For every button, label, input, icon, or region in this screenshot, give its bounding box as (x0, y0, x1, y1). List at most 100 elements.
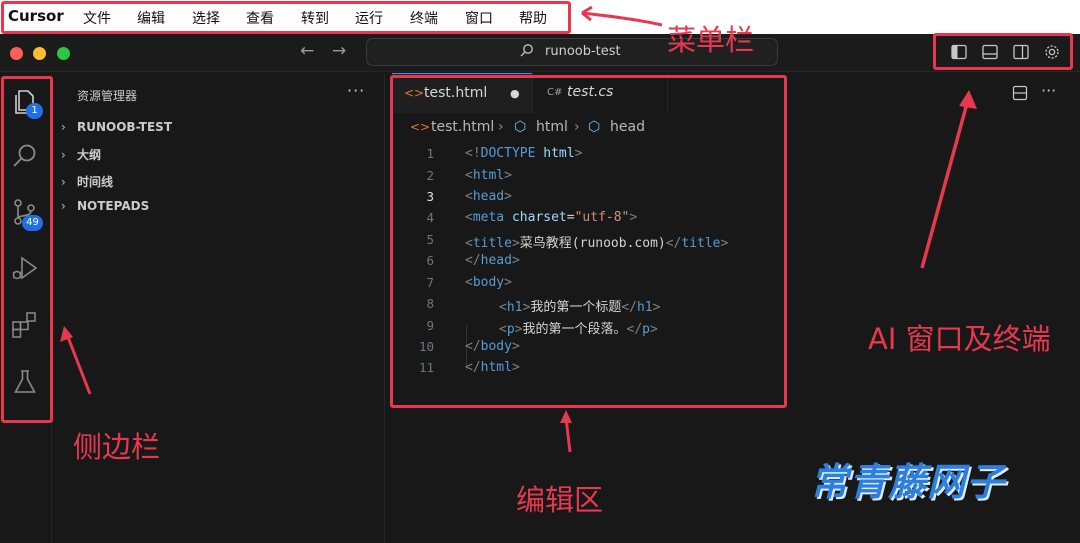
code-token: > (504, 275, 512, 290)
arrow-left-icon[interactable]: ← (300, 41, 314, 61)
code-token: < (465, 168, 473, 183)
code-token: < (465, 275, 473, 290)
split-editor-icon[interactable] (1012, 85, 1028, 101)
tab-label: test.cs (567, 84, 614, 100)
editor-more-actions[interactable]: ··· (1041, 81, 1056, 100)
toggle-panel-icon[interactable] (981, 43, 999, 61)
code-line: <html> (465, 168, 512, 183)
menu-help[interactable]: 帮助 (519, 8, 547, 28)
menu-go[interactable]: 转到 (301, 8, 329, 28)
code-token: </ (465, 253, 481, 268)
close-window-button[interactable] (10, 47, 23, 60)
menu-edit[interactable]: 编辑 (137, 8, 165, 28)
menu-selection[interactable]: 选择 (192, 8, 220, 28)
unsaved-dot-icon[interactable]: ● (510, 87, 520, 100)
search-icon (520, 44, 533, 57)
line-number: 10 (418, 339, 434, 354)
chevron-right-icon: › (61, 175, 66, 189)
code-token: title (681, 236, 721, 251)
code-token: < (499, 300, 507, 315)
code-token: 我的第一个标题 (530, 300, 622, 315)
symbol-element-icon: ⬡ (588, 119, 601, 135)
code-token: meta (472, 210, 505, 225)
code-token: head (472, 189, 505, 204)
chevron-right-icon: › (61, 120, 66, 134)
menu-window[interactable]: 窗口 (465, 8, 493, 28)
explorer-title: 资源管理器 (77, 89, 138, 103)
code-token: p (642, 322, 650, 337)
line-number: 5 (426, 232, 434, 247)
code-token: 菜鸟教程(runoob.com) (519, 236, 666, 251)
chevron-right-icon: › (498, 119, 504, 135)
explorer-more-actions[interactable]: ··· (347, 81, 365, 100)
menu-terminal[interactable]: 终端 (410, 8, 438, 28)
line-number: 1 (426, 146, 434, 161)
code-line: </html> (465, 360, 520, 375)
code-line: </body> (465, 339, 520, 354)
code-token: > (649, 322, 658, 337)
html-file-icon: <> (404, 86, 425, 100)
extensions-icon[interactable] (10, 310, 40, 340)
tab-test-cs[interactable]: C# test.cs (532, 73, 668, 113)
code-line: </head> (465, 253, 520, 268)
chevron-right-icon: › (574, 119, 580, 135)
app-menu-cursor[interactable]: Cursor (8, 7, 64, 25)
line-number: 4 (426, 210, 434, 225)
tab-label: test.html (424, 85, 488, 101)
section-label: NOTEPADS (77, 199, 150, 213)
testing-flask-icon[interactable] (10, 367, 40, 397)
section-label: 大纲 (77, 148, 102, 162)
code-token: p (506, 322, 515, 337)
code-token: 我的第一个段落。 (522, 322, 627, 337)
section-runoob-test[interactable]: › RUNOOB-TEST (61, 120, 172, 134)
code-line: <head> (465, 189, 512, 204)
code-token: > (504, 168, 512, 183)
run-debug-icon[interactable] (10, 253, 40, 283)
code-token: > (629, 210, 638, 225)
command-center-label: runoob-test (545, 44, 621, 59)
search-icon[interactable] (10, 141, 40, 171)
code-token: </ (465, 360, 481, 375)
code-token: h1 (636, 300, 653, 315)
code-token: > (511, 360, 520, 375)
command-center-search[interactable]: runoob-test (366, 38, 778, 66)
breadcrumb-file[interactable]: test.html (431, 119, 494, 135)
breadcrumb-html[interactable]: html (536, 119, 568, 135)
code-token: > (511, 339, 520, 354)
code-token: head (480, 253, 512, 268)
code-token: charset (504, 210, 567, 225)
section-label: RUNOOB-TEST (77, 120, 173, 134)
code-token: h1 (506, 300, 523, 315)
menu-view[interactable]: 查看 (246, 8, 274, 28)
menu-run[interactable]: 运行 (355, 8, 383, 28)
toggle-primary-sidebar-icon[interactable] (950, 43, 968, 61)
arrow-right-icon[interactable]: → (332, 41, 346, 61)
code-token: > (511, 253, 520, 268)
code-token: = (566, 210, 575, 225)
code-token: </ (626, 322, 643, 337)
code-token: </ (465, 339, 481, 354)
breadcrumb-head[interactable]: head (610, 119, 645, 135)
settings-gear-icon[interactable] (1043, 43, 1061, 61)
line-number: 7 (426, 275, 434, 290)
code-line: <p>我的第一个段落。</p> (499, 318, 658, 337)
title-bar: ← → runoob-test (0, 34, 1080, 72)
section-timeline[interactable]: › 时间线 (61, 173, 113, 190)
zoom-window-button[interactable] (57, 47, 70, 60)
code-token: body (472, 275, 505, 290)
menu-file[interactable]: 文件 (83, 8, 111, 28)
explorer-sidebar: 资源管理器 ··· › RUNOOB-TEST › 大纲 › 时间线 › NOTEPAD… (53, 73, 385, 543)
code-token: </ (621, 300, 637, 315)
code-token: html (472, 168, 505, 183)
minimize-window-button[interactable] (33, 47, 46, 60)
section-notepads[interactable]: › NOTEPADS (61, 199, 149, 213)
tab-test-html[interactable]: <> test.html ● (392, 73, 532, 113)
toggle-secondary-sidebar-icon[interactable] (1012, 43, 1030, 61)
code-token: < (465, 236, 473, 251)
line-number: 6 (426, 253, 434, 268)
section-outline[interactable]: › 大纲 (61, 146, 101, 163)
line-number: 9 (426, 318, 434, 333)
code-token: < (499, 322, 507, 337)
chevron-right-icon: › (61, 199, 66, 213)
code-token: title (472, 236, 512, 251)
